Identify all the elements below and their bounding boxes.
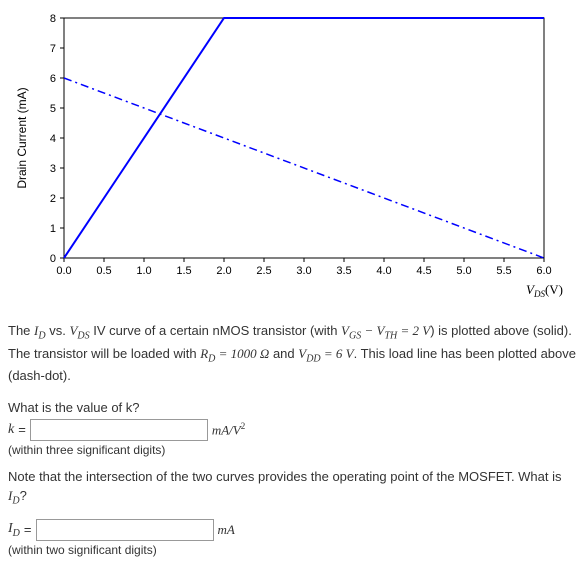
q2-hint: (within two significant digits) [8, 543, 576, 557]
desc-prefix: The [8, 323, 34, 338]
svg-text:6.0: 6.0 [536, 265, 551, 277]
q1-eq: = [18, 422, 26, 437]
q2-var: ID [8, 521, 20, 539]
q1-unit: mA/V2 [212, 421, 245, 438]
svg-text:1: 1 [50, 223, 56, 235]
svg-text:0.0: 0.0 [56, 265, 71, 277]
q2-unit: mA [218, 522, 235, 538]
svg-text:Drain Current (mA): Drain Current (mA) [15, 87, 29, 188]
id-input[interactable] [36, 519, 214, 541]
svg-text:1.0: 1.0 [136, 265, 151, 277]
svg-text:7: 7 [50, 43, 56, 55]
svg-text:2: 2 [50, 193, 56, 205]
svg-text:VDS(V): VDS(V) [526, 282, 563, 298]
svg-text:0: 0 [50, 253, 56, 265]
svg-text:0.5: 0.5 [96, 265, 111, 277]
svg-text:4.5: 4.5 [416, 265, 431, 277]
svg-text:5.5: 5.5 [496, 265, 511, 277]
q2-input-row: ID = mA [8, 519, 576, 541]
k-input[interactable] [30, 419, 208, 441]
q1-hint: (within three significant digits) [8, 443, 576, 457]
svg-text:3: 3 [50, 163, 56, 175]
svg-text:2.5: 2.5 [256, 265, 271, 277]
q2-note: Note that the intersection of the two cu… [8, 467, 576, 509]
svg-text:5.0: 5.0 [456, 265, 471, 277]
svg-text:3.0: 3.0 [296, 265, 311, 277]
svg-text:6: 6 [50, 73, 56, 85]
svg-text:1.5: 1.5 [176, 265, 191, 277]
iv-chart: 0.0 0.5 1.0 1.5 2.0 2.5 3.0 3.5 4.0 4.5 … [8, 8, 576, 301]
svg-text:4.0: 4.0 [376, 265, 391, 277]
q1-input-row: k = mA/V2 [8, 419, 576, 441]
svg-text:5: 5 [50, 103, 56, 115]
svg-text:8: 8 [50, 13, 56, 25]
chart-svg: 0.0 0.5 1.0 1.5 2.0 2.5 3.0 3.5 4.0 4.5 … [8, 8, 578, 298]
problem-description: The ID vs. VDS IV curve of a certain nMO… [8, 321, 576, 386]
desc-and: and [269, 346, 298, 361]
q1-prompt: What is the value of k? [8, 400, 576, 415]
q2-eq: = [24, 522, 32, 537]
svg-text:4: 4 [50, 133, 56, 145]
svg-text:3.5: 3.5 [336, 265, 351, 277]
svg-text:2.0: 2.0 [216, 265, 231, 277]
desc-mid: IV curve of a certain nMOS transistor (w… [90, 323, 341, 338]
q1-var: k [8, 422, 14, 438]
